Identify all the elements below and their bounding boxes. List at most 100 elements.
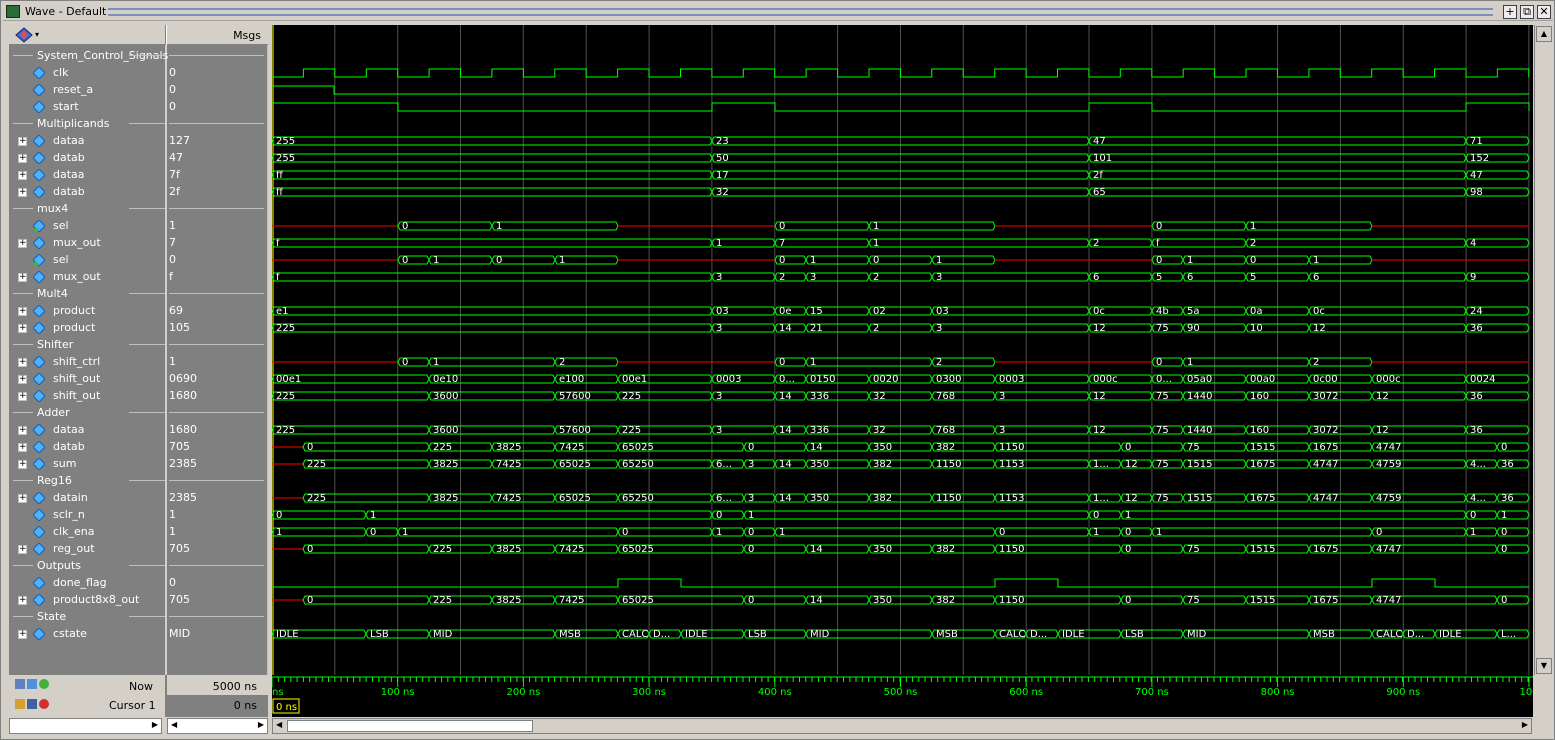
name-hscroll[interactable]: ▶ [9, 718, 162, 734]
signal-row[interactable]: + shift_ctrl 1 [9, 353, 268, 370]
group-row[interactable]: State [9, 608, 268, 625]
bus-value-label: 65025 [559, 459, 591, 470]
group-row[interactable]: Adder [9, 404, 268, 421]
bus-value-label: 7425 [496, 493, 521, 504]
bus-value-label: 2 [779, 272, 785, 283]
signal-row[interactable]: + mux_out 7 [9, 234, 268, 251]
zoom-icon[interactable] [15, 679, 25, 689]
wave-hscroll[interactable]: ◀ ▶ [272, 718, 1532, 734]
expand-icon[interactable]: + [18, 545, 27, 554]
bus-value-label: 225 [433, 595, 452, 606]
scroll-right-icon[interactable]: ▶ [1522, 720, 1528, 729]
expand-icon[interactable]: + [18, 239, 27, 248]
group-row[interactable]: Multiplicands [9, 115, 268, 132]
signal-row[interactable]: + product 105 [9, 319, 268, 336]
bus-value-label: 0 [748, 527, 754, 538]
group-row[interactable]: Reg16 [9, 472, 268, 489]
time-axis-svg[interactable]: ns 100 ns 200 ns 300 ns 400 ns 500 ns 600 ns 70… [271, 675, 1539, 717]
monitor-icon[interactable] [27, 679, 37, 689]
signal-row[interactable]: + datab 47 [9, 149, 268, 166]
cursor-label[interactable]: Cursor 1 [109, 699, 156, 712]
expand-icon[interactable]: + [18, 137, 27, 146]
signal-row[interactable]: + datab 2f [9, 183, 268, 200]
signal-row[interactable]: start 0 [9, 98, 268, 115]
expand-icon[interactable]: + [18, 307, 27, 316]
expand-icon[interactable]: + [18, 375, 27, 384]
signal-row[interactable]: + cstate MID [9, 625, 268, 642]
signal-row[interactable]: sclr_n 1 [9, 506, 268, 523]
undock-icon[interactable]: ⧉ [1520, 5, 1534, 19]
bus-value-label: 17 [716, 170, 729, 181]
expand-icon[interactable]: + [18, 494, 27, 503]
signal-row[interactable]: clk_ena 1 [9, 523, 268, 540]
expand-icon[interactable]: + [18, 171, 27, 180]
wave-hscroll-thumb[interactable] [287, 720, 533, 732]
signal-row[interactable]: reset_a 0 [9, 81, 268, 98]
scroll-left-icon[interactable]: ◀ [276, 720, 282, 729]
group-row[interactable]: System_Control_Signals [9, 47, 268, 64]
bus-value-label: 382 [873, 493, 892, 504]
signal-row[interactable]: sel 1 [9, 217, 268, 234]
expand-icon[interactable]: + [18, 273, 27, 282]
value-hscroll[interactable]: ◀ ▶ [167, 718, 268, 734]
bus-value-label: 6 [1313, 272, 1319, 283]
wave-tool-icon[interactable] [15, 27, 33, 43]
signal-row[interactable]: + product8x8_out 705 [9, 591, 268, 608]
title-bar[interactable]: Wave - Default + ⧉ ✕ [3, 3, 1553, 21]
signal-value: 2f [169, 185, 180, 198]
bus-value-label: 3825 [433, 459, 458, 470]
expand-icon[interactable]: + [18, 358, 27, 367]
add-cursor-icon[interactable] [39, 679, 49, 689]
signal-row[interactable]: sel 0 [9, 251, 268, 268]
group-line [169, 55, 264, 56]
expand-icon[interactable]: + [18, 392, 27, 401]
cursor-value[interactable]: 0 ns [169, 699, 257, 712]
bus-segment [774, 221, 870, 231]
waveform-svg[interactable]: 255 23 47 71255 50 101 152ff 17 2f 47ff 32 65 980 1 0 1… [272, 25, 1533, 675]
title-grip[interactable] [108, 8, 1493, 16]
group-line [13, 344, 33, 345]
group-row[interactable]: Mult4 [9, 285, 268, 302]
scroll-down-icon[interactable]: ▼ [1536, 658, 1552, 674]
signal-row[interactable]: + dataa 7f [9, 166, 268, 183]
expand-icon[interactable]: + [18, 188, 27, 197]
bus-value-label: 0 [1156, 255, 1162, 266]
expand-icon[interactable]: + [18, 596, 27, 605]
close-icon[interactable]: ✕ [1537, 5, 1551, 19]
bus-value-label: 1 [873, 238, 879, 249]
scroll-up-icon[interactable]: ▲ [1536, 26, 1552, 42]
vertical-scrollbar[interactable]: ▲ ▼ [1534, 25, 1552, 675]
expand-icon[interactable]: + [18, 426, 27, 435]
signal-row[interactable]: + shift_out 0690 [9, 370, 268, 387]
signal-row[interactable]: + datab 705 [9, 438, 268, 455]
bus-value-label: 36 [1501, 493, 1514, 504]
edit-cursor-icon[interactable] [27, 699, 37, 709]
signal-row[interactable]: + datain 2385 [9, 489, 268, 506]
bus-value-label: 3825 [496, 544, 521, 555]
expand-icon[interactable]: + [18, 630, 27, 639]
expand-icon[interactable]: + [18, 443, 27, 452]
expand-icon[interactable]: + [18, 154, 27, 163]
group-row[interactable]: Shifter [9, 336, 268, 353]
signal-row[interactable]: + dataa 1680 [9, 421, 268, 438]
signal-row[interactable]: + reg_out 705 [9, 540, 268, 557]
signal-row[interactable]: + mux_out f [9, 268, 268, 285]
signal-row[interactable]: + product 69 [9, 302, 268, 319]
time-axis[interactable]: ns 100 ns 200 ns 300 ns 400 ns 500 ns 600 ns 70… [271, 675, 1539, 717]
bus-signal-icon [33, 373, 45, 385]
delete-cursor-icon[interactable] [39, 699, 49, 709]
dropdown-icon[interactable]: ▾ [35, 30, 39, 39]
lock-icon[interactable] [15, 699, 25, 709]
group-row[interactable]: mux4 [9, 200, 268, 217]
waveform-canvas[interactable]: 255 23 47 71 255 50 101 152 ff 17 2f 47 ff 32 65 98 0 1 0 1… [272, 25, 1533, 675]
expand-icon[interactable]: + [18, 324, 27, 333]
signal-row[interactable]: + shift_out 1680 [9, 387, 268, 404]
signal-value: 7 [169, 236, 176, 249]
signal-row[interactable]: + dataa 127 [9, 132, 268, 149]
signal-row[interactable]: + sum 2385 [9, 455, 268, 472]
signal-row[interactable]: clk 0 [9, 64, 268, 81]
signal-row[interactable]: done_flag 0 [9, 574, 268, 591]
group-row[interactable]: Outputs [9, 557, 268, 574]
add-icon[interactable]: + [1503, 5, 1517, 19]
expand-icon[interactable]: + [18, 460, 27, 469]
